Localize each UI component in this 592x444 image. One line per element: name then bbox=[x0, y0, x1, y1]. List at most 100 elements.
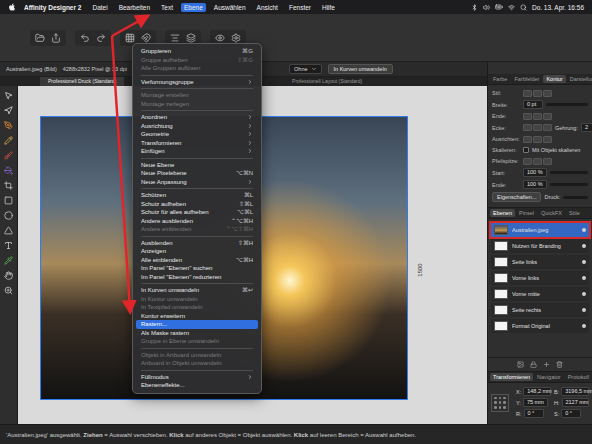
menu-item[interactable]: Kontur erweitern bbox=[136, 312, 258, 321]
segment-button[interactable] bbox=[543, 124, 552, 131]
menu-item[interactable]: Ausrichtung bbox=[136, 122, 258, 131]
tool-button[interactable] bbox=[3, 225, 15, 235]
tool-button[interactable] bbox=[3, 150, 15, 160]
anchor-dot[interactable] bbox=[494, 406, 497, 409]
tool-button[interactable] bbox=[3, 90, 15, 100]
undo-icon[interactable] bbox=[80, 33, 90, 43]
menu-item[interactable]: Verformungsgruppe bbox=[136, 78, 258, 87]
battery-icon[interactable] bbox=[495, 3, 503, 11]
redo-icon[interactable] bbox=[96, 33, 106, 43]
view-icon[interactable] bbox=[215, 33, 225, 43]
menu-bar-item[interactable]: Fenster bbox=[286, 3, 314, 12]
segment-button[interactable] bbox=[533, 90, 542, 97]
arrow-scale-slider[interactable] bbox=[550, 171, 588, 174]
menu-item[interactable]: Rastern... bbox=[136, 320, 258, 329]
document-tab[interactable]: Professionell Layout (Standard) bbox=[284, 77, 370, 86]
layer-row[interactable]: Vorne links bbox=[491, 271, 589, 285]
transform-value[interactable]: 0 ° bbox=[524, 409, 544, 418]
delete-icon[interactable] bbox=[556, 361, 563, 368]
properties-button[interactable]: Eigenschaften... bbox=[492, 192, 541, 202]
menu-item[interactable]: Transformieren bbox=[136, 139, 258, 148]
anchor-dot[interactable] bbox=[503, 406, 506, 409]
segment-button[interactable] bbox=[543, 90, 552, 97]
menu-item[interactable]: Einfügen bbox=[136, 147, 258, 156]
snapping-icon[interactable] bbox=[141, 33, 151, 43]
arrange-icon[interactable] bbox=[186, 33, 196, 43]
transform-value[interactable]: 148,2 mm bbox=[523, 387, 551, 396]
menu-item[interactable]: Neue Ebene bbox=[136, 161, 258, 170]
stroke-width-field[interactable]: 0 pt bbox=[523, 100, 543, 109]
visibility-dot[interactable] bbox=[582, 324, 586, 328]
visibility-dot[interactable] bbox=[582, 292, 586, 296]
segment-button[interactable] bbox=[533, 158, 542, 165]
panel-tab[interactable]: Stile bbox=[566, 209, 583, 217]
menu-item[interactable]: Neue Anpassung bbox=[136, 178, 258, 187]
transform-value[interactable]: 2127 mm bbox=[562, 398, 590, 407]
visibility-dot[interactable] bbox=[582, 244, 586, 248]
wifi-icon[interactable] bbox=[508, 4, 515, 11]
tool-button[interactable] bbox=[3, 255, 15, 265]
menu-item[interactable]: Anzeigen bbox=[136, 247, 258, 256]
segment-button[interactable] bbox=[543, 113, 552, 120]
menu-item[interactable]: Gruppieren⌘G bbox=[136, 47, 258, 56]
transform-value[interactable]: 75 mm bbox=[523, 398, 548, 407]
anchor-dot[interactable] bbox=[503, 401, 506, 404]
stroke-width-slider[interactable] bbox=[546, 103, 588, 106]
convert-to-curves-button[interactable]: In Kurven umwandeln bbox=[328, 64, 393, 74]
menu-bar-item[interactable]: Datei bbox=[89, 3, 110, 12]
segment-button[interactable] bbox=[523, 136, 532, 143]
segment-button[interactable] bbox=[523, 113, 532, 120]
panel-tab[interactable]: Transformieren bbox=[490, 373, 533, 381]
menu-bar-item[interactable]: Hilfe bbox=[319, 3, 338, 12]
anchor-dot[interactable] bbox=[494, 397, 497, 400]
layer-row[interactable]: Nutzen für Branding bbox=[491, 239, 589, 253]
menu-bar-item[interactable]: Auswählen bbox=[211, 3, 249, 12]
transform-value[interactable]: 0 ° bbox=[561, 409, 581, 418]
arrow-scale-slider[interactable] bbox=[550, 183, 588, 186]
open-icon[interactable] bbox=[35, 33, 45, 43]
segment-button[interactable] bbox=[523, 124, 532, 131]
volume-icon[interactable] bbox=[483, 4, 490, 11]
menu-item[interactable]: Schutz für alles aufheben⌥⌘L bbox=[136, 208, 258, 217]
anchor-selector[interactable] bbox=[491, 394, 509, 412]
menu-item[interactable]: Schutz aufheben⇧⌘L bbox=[136, 200, 258, 209]
menu-item[interactable]: Ebeneneffekte... bbox=[136, 381, 258, 390]
layer-row[interactable]: Format Original bbox=[491, 319, 589, 333]
panel-tab[interactable]: Darstellung bbox=[567, 75, 592, 83]
segment-button[interactable] bbox=[533, 113, 542, 120]
anchor-dot[interactable] bbox=[499, 397, 502, 400]
panel-tab[interactable]: Protokoll bbox=[565, 373, 592, 381]
tool-button[interactable] bbox=[3, 285, 15, 295]
segment-button[interactable] bbox=[543, 136, 552, 143]
grid-icon[interactable] bbox=[125, 33, 135, 43]
tool-button[interactable] bbox=[3, 105, 15, 115]
document-tab[interactable]: Professionell Druck (Standard) bbox=[40, 77, 124, 86]
tool-button[interactable] bbox=[3, 210, 15, 220]
segment-button[interactable] bbox=[523, 158, 532, 165]
menu-bar-item[interactable]: Bearbeiten bbox=[116, 3, 153, 12]
menu-item[interactable]: In Kurven umwandeln⌘↩ bbox=[136, 286, 258, 295]
anchor-dot[interactable] bbox=[503, 397, 506, 400]
visibility-dot[interactable] bbox=[582, 276, 586, 280]
mask-icon[interactable] bbox=[517, 361, 524, 368]
panel-tab[interactable]: Pinsel bbox=[516, 209, 537, 217]
segment-button[interactable] bbox=[523, 90, 532, 97]
menu-item[interactable]: Neue Pixelebene⌥⌘N bbox=[136, 169, 258, 178]
menu-item[interactable]: Füllmodus bbox=[136, 373, 258, 382]
tool-button[interactable] bbox=[3, 180, 15, 190]
menu-bar-item[interactable]: Ebene bbox=[181, 3, 206, 12]
tool-button[interactable] bbox=[3, 120, 15, 130]
apple-logo-icon[interactable] bbox=[8, 3, 16, 11]
anchor-dot[interactable] bbox=[499, 401, 502, 404]
segment-button[interactable] bbox=[543, 158, 552, 165]
clock[interactable]: Do. 13. Apr. 16:56 bbox=[532, 4, 584, 11]
panel-tab[interactable]: Navigator bbox=[534, 373, 564, 381]
panel-tab[interactable]: Farbfelder bbox=[511, 75, 542, 83]
tool-button[interactable] bbox=[3, 240, 15, 250]
layer-row[interactable]: Australien.jpeg bbox=[491, 223, 589, 237]
tool-button[interactable] bbox=[3, 195, 15, 205]
visibility-dot[interactable] bbox=[582, 228, 586, 232]
share-icon[interactable] bbox=[51, 33, 61, 43]
menu-item[interactable]: Als Maske rastern bbox=[136, 329, 258, 338]
menu-item[interactable]: Anordnen bbox=[136, 113, 258, 122]
